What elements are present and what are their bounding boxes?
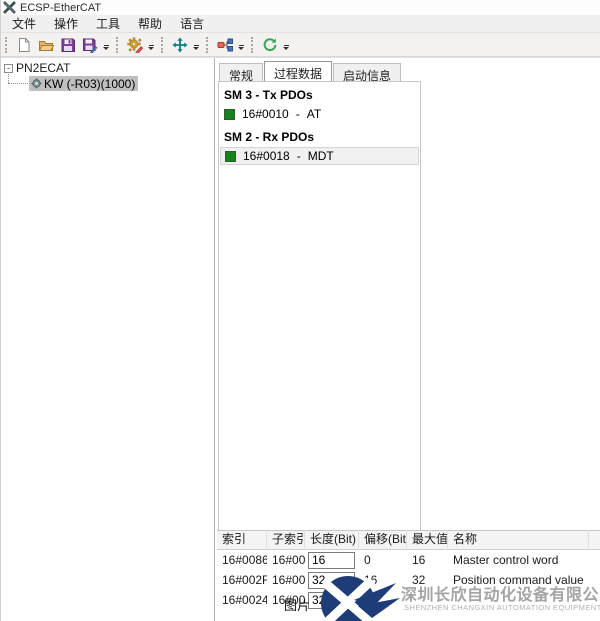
device-tree-panel: - PN2ECAT KW (-R03)(1000) bbox=[1, 58, 215, 621]
network-nodes-icon bbox=[217, 37, 233, 53]
file-group-dropdown[interactable] bbox=[103, 45, 109, 50]
cell-max: 16 bbox=[407, 553, 448, 567]
tab-strip: 常规 过程数据 启动信息 bbox=[219, 61, 402, 81]
tab-general[interactable]: 常规 bbox=[219, 63, 263, 81]
toolbar-group-topology bbox=[202, 34, 247, 56]
cell-subindex: 16#00 bbox=[267, 573, 305, 587]
pdo-name: AT bbox=[307, 107, 321, 121]
cell-index: 16#0086 bbox=[217, 553, 267, 567]
pdo-list: SM 3 - Tx PDOs 16#0010 - AT SM 2 - Rx PD… bbox=[218, 81, 421, 530]
pdo-index: 16#0010 bbox=[242, 107, 289, 121]
app-logo-icon bbox=[3, 1, 16, 14]
pdo-group-title-tx: SM 3 - Tx PDOs bbox=[219, 82, 420, 104]
settings-gear-icon bbox=[127, 37, 143, 53]
image-caption: 图片 bbox=[284, 595, 310, 614]
topology-button[interactable] bbox=[215, 35, 235, 55]
length-input[interactable] bbox=[308, 552, 355, 569]
toolbar bbox=[1, 33, 600, 57]
topology-group-dropdown[interactable] bbox=[238, 45, 244, 50]
save-button[interactable] bbox=[58, 35, 78, 55]
col-header-filler bbox=[589, 530, 600, 550]
company-watermark: 深圳长欣自动化设备有限公司 SHENZHEN CHANGXIN AUTOMATI… bbox=[314, 578, 600, 621]
toolbar-group-settings bbox=[112, 34, 157, 56]
toolbar-grip[interactable] bbox=[116, 37, 121, 53]
tree-connector-line bbox=[8, 72, 9, 83]
refresh-button[interactable] bbox=[260, 35, 280, 55]
col-header-index[interactable]: 索引 bbox=[217, 530, 267, 550]
move-button[interactable] bbox=[170, 35, 190, 55]
settings-button[interactable] bbox=[125, 35, 145, 55]
tree-device-label: KW (-R03)(1000) bbox=[44, 77, 135, 91]
menu-help[interactable]: 帮助 bbox=[129, 14, 171, 33]
tree-node-device-selected[interactable]: KW (-R03)(1000) bbox=[29, 76, 138, 91]
toolbar-grip[interactable] bbox=[161, 37, 166, 53]
pdo-dash: - bbox=[296, 107, 300, 121]
toolbar-grip[interactable] bbox=[206, 37, 211, 53]
table-row[interactable]: 16#0086 16#00 0 16 Master control word bbox=[217, 550, 600, 570]
device-gear-icon bbox=[31, 78, 42, 89]
tree-connector-line bbox=[8, 83, 28, 84]
toolbar-group-file bbox=[1, 34, 112, 56]
pdo-item-at[interactable]: 16#0010 - AT bbox=[220, 105, 419, 123]
menu-tools[interactable]: 工具 bbox=[87, 14, 129, 33]
toolbar-grip[interactable] bbox=[251, 37, 256, 53]
company-name-cn: 深圳长欣自动化设备有限公司 bbox=[401, 581, 600, 605]
toolbar-group-refresh bbox=[247, 34, 292, 56]
pdo-checkbox-icon[interactable] bbox=[225, 151, 236, 162]
settings-group-dropdown[interactable] bbox=[148, 45, 154, 50]
col-header-max[interactable]: 最大值 bbox=[407, 530, 448, 550]
cell-subindex: 16#00 bbox=[267, 553, 305, 567]
cross-arrows-icon bbox=[172, 37, 188, 53]
pdo-checkbox-icon[interactable] bbox=[224, 109, 235, 120]
table-header-row: 索引 子索引 长度(Bit) 偏移(Bit) 最大值 名称 bbox=[217, 530, 600, 550]
tab-startup-info[interactable]: 启动信息 bbox=[333, 63, 401, 81]
toolbar-group-move bbox=[157, 34, 202, 56]
title-bar: ECSP-EtherCAT bbox=[1, 0, 600, 15]
company-logo-icon bbox=[314, 578, 402, 621]
save-as-button[interactable] bbox=[80, 35, 100, 55]
tree-node-root[interactable]: - PN2ECAT bbox=[4, 61, 70, 75]
pdo-index: 16#0018 bbox=[243, 149, 290, 163]
company-name-en: SHENZHEN CHANGXIN AUTOMATION EQUIPMENT C… bbox=[404, 603, 600, 612]
window-title: ECSP-EtherCAT bbox=[20, 2, 101, 14]
menu-file[interactable]: 文件 bbox=[3, 14, 45, 33]
cell-index: 16#002F bbox=[217, 573, 267, 587]
menu-language[interactable]: 语言 bbox=[171, 14, 213, 33]
col-header-offset[interactable]: 偏移(Bit) bbox=[359, 530, 407, 550]
tree-root-label[interactable]: PN2ECAT bbox=[16, 61, 70, 75]
save-icon bbox=[60, 37, 76, 53]
refresh-icon bbox=[262, 37, 278, 53]
pdo-name: MDT bbox=[308, 149, 334, 163]
col-header-subindex[interactable]: 子索引 bbox=[267, 530, 305, 550]
pdo-item-mdt[interactable]: 16#0018 - MDT bbox=[220, 147, 419, 165]
main-area: - PN2ECAT KW (-R03)(1000) 常规 过程数据 启动信息 bbox=[1, 57, 600, 621]
move-group-dropdown[interactable] bbox=[193, 45, 199, 50]
refresh-group-dropdown[interactable] bbox=[283, 45, 289, 50]
menu-bar: 文件 操作 工具 帮助 语言 bbox=[1, 15, 600, 33]
open-button[interactable] bbox=[36, 35, 56, 55]
tab-process-data[interactable]: 过程数据 bbox=[264, 61, 332, 81]
new-file-icon bbox=[16, 37, 32, 53]
cell-index: 16#0024 bbox=[217, 593, 267, 607]
col-header-length[interactable]: 长度(Bit) bbox=[305, 530, 359, 550]
open-folder-icon bbox=[38, 37, 54, 53]
col-header-name[interactable]: 名称 bbox=[448, 530, 589, 550]
toolbar-grip[interactable] bbox=[5, 37, 10, 53]
pdo-dash: - bbox=[297, 149, 301, 163]
detail-panel: 常规 过程数据 启动信息 SM 3 - Tx PDOs 16#0010 - AT… bbox=[217, 58, 600, 621]
menu-operation[interactable]: 操作 bbox=[45, 14, 87, 33]
save-as-icon bbox=[82, 37, 98, 53]
cell-name: Master control word bbox=[448, 553, 589, 567]
new-file-button[interactable] bbox=[14, 35, 34, 55]
cell-offset: 0 bbox=[359, 553, 407, 567]
pdo-group-title-rx: SM 2 - Rx PDOs bbox=[219, 124, 420, 146]
app-window: ECSP-EtherCAT 文件 操作 工具 帮助 语言 bbox=[0, 0, 600, 621]
